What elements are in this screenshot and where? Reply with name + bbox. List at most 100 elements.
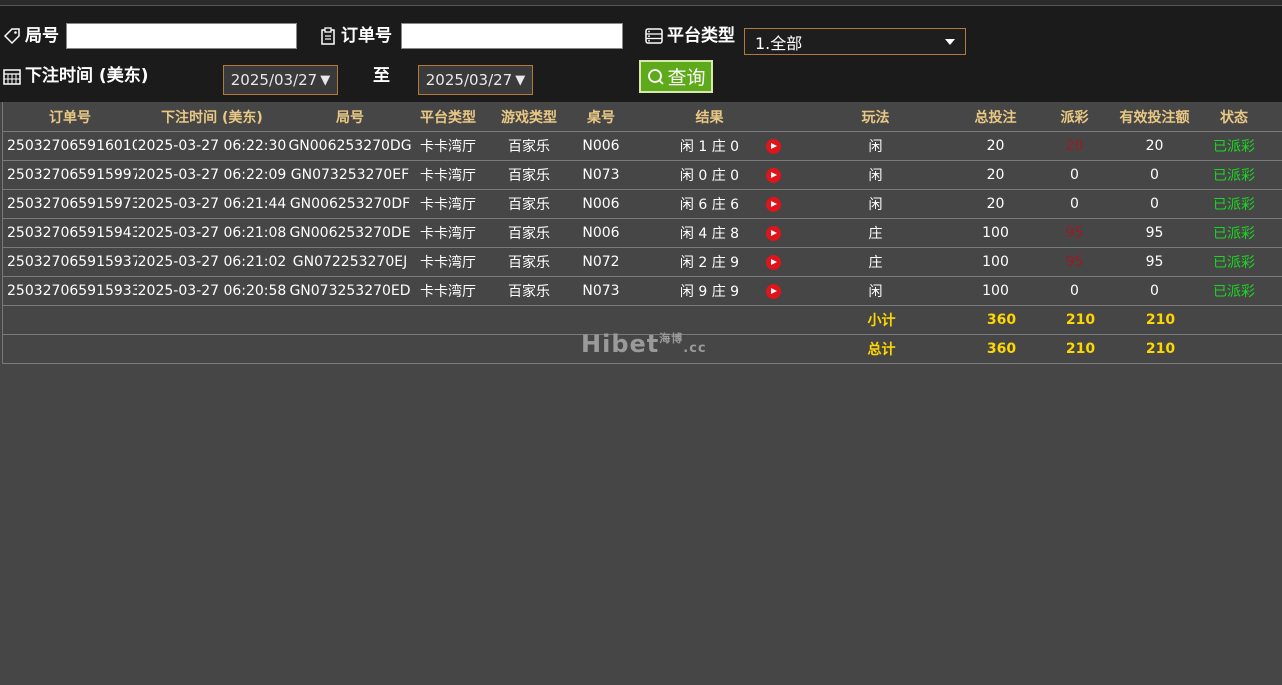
cell-order-no: 250327065915933 [7,283,137,299]
cell-game-type: 百家乐 [508,139,550,155]
cell-order-no: 250327065915937 [7,254,137,270]
col-platform: 平台类型 [420,109,476,126]
cell-bet-time: 2025-03-27 06:22:09 [137,167,287,183]
play-replay-icon[interactable] [766,197,781,212]
cell-total-bet: 100 [982,283,1009,299]
table-row: 250327065915973 2025-03-27 06:21:44 GN0062… [3,190,1282,219]
cell-play: 闲 [868,139,883,155]
col-order-no: 订单号 [49,109,91,126]
cell-game-no: GN006253270DG [288,138,412,154]
bet-records-table: 订单号 下注时间 (美东) 局号 平台类型 游戏类型 桌号 结果 玩法 总投注 … [2,102,1282,364]
subtotal-label: 小计 [867,313,896,329]
watermark-logo: Hibet海博.cc [581,330,707,358]
col-valid-bet: 有效投注额 [1119,109,1190,126]
cell-game-no: GN006253270DF [289,196,411,212]
cell-order-no: 250327065915997 [7,167,137,183]
cell-play: 庄 [868,255,883,271]
game-no-input[interactable] [66,23,297,49]
table-row: 250327065915933 2025-03-27 06:20:58 GN0732… [3,277,1282,306]
col-status: 状态 [1220,109,1248,126]
table-body: 250327065916010 2025-03-27 06:22:30 GN0062… [3,132,1282,306]
play-replay-icon[interactable] [766,226,781,241]
play-replay-icon[interactable] [766,255,781,270]
query-button[interactable]: 查询 [639,60,713,93]
cell-bet-time: 2025-03-27 06:21:02 [137,254,287,270]
cell-status: 已派彩 [1213,197,1255,213]
cell-order-no: 250327065916010 [7,138,137,154]
cell-play: 闲 [868,197,883,213]
cell-platform: 卡卡湾厅 [420,168,476,184]
cell-total-bet: 100 [982,254,1009,270]
cell-valid-bet: 0 [1150,167,1159,183]
col-total-bet: 总投注 [974,109,1017,126]
cell-status: 已派彩 [1213,226,1255,242]
cell-game-no: GN072253270EJ [292,254,408,270]
total-payout: 210 [1065,341,1096,357]
cell-bet-time: 2025-03-27 06:21:44 [137,196,287,212]
cell-bet-time: 2025-03-27 06:21:08 [137,225,287,241]
cell-payout: 0 [1070,283,1079,299]
cell-play: 闲 [868,168,883,184]
col-play: 玩法 [861,109,890,126]
cell-status: 已派彩 [1213,284,1255,300]
filter-panel: 局号 订单号 平台类型 1.全部 下注时间 (美东) 2025/03/27 ▼ … [0,0,1282,102]
cell-payout: 0 [1070,167,1079,183]
date-from-picker[interactable]: 2025/03/27 ▼ [223,65,338,95]
cell-order-no: 250327065915973 [7,196,137,212]
cell-status: 已派彩 [1213,168,1255,184]
subtotal-bet: 360 [986,312,1017,328]
cell-platform: 卡卡湾厅 [420,197,476,213]
subtotal-payout: 210 [1065,312,1096,328]
cell-total-bet: 20 [986,138,1005,154]
cell-table-no: N073 [582,283,620,299]
cell-payout: 95 [1065,225,1084,241]
cell-platform: 卡卡湾厅 [420,255,476,271]
cell-play: 庄 [868,226,883,242]
table-row: 250327065915943 2025-03-27 06:21:08 GN0062… [3,219,1282,248]
server-icon [645,28,663,44]
cell-platform: 卡卡湾厅 [420,284,476,300]
col-table-no: 桌号 [587,109,615,126]
table-row: 250327065915937 2025-03-27 06:21:02 GN0722… [3,248,1282,277]
cell-game-no: GN073253270ED [289,283,411,299]
cell-bet-time: 2025-03-27 06:22:30 [137,138,287,154]
total-label: 总计 [867,342,896,358]
col-result: 结果 [695,109,724,126]
platform-select[interactable]: 1.全部 [744,28,966,55]
table-row: 250327065916010 2025-03-27 06:22:30 GN0062… [3,132,1282,161]
platform-label: 平台类型 [644,25,735,47]
table-row: 250327065915997 2025-03-27 06:22:09 GN0732… [3,161,1282,190]
cell-order-no: 250327065915943 [7,225,137,241]
cell-valid-bet: 95 [1145,254,1164,270]
cell-status: 已派彩 [1213,139,1255,155]
play-replay-icon[interactable] [766,168,781,183]
calendar-icon [3,69,21,85]
game-no-label: 局号 [2,25,59,47]
col-game-type: 游戏类型 [501,109,557,126]
cell-payout: 95 [1065,254,1084,270]
cell-table-no: N006 [582,196,620,212]
cell-game-type: 百家乐 [508,226,550,242]
play-replay-icon[interactable] [766,284,781,299]
date-to-picker[interactable]: 2025/03/27 ▼ [418,65,533,95]
chevron-down-icon [945,39,955,45]
play-replay-icon[interactable] [766,139,781,154]
table-header-row: 订单号 下注时间 (美东) 局号 平台类型 游戏类型 桌号 结果 玩法 总投注 … [3,102,1282,132]
cell-total-bet: 20 [986,196,1005,212]
bet-time-label: 下注时间 (美东) [2,65,148,87]
cell-game-type: 百家乐 [508,197,550,213]
cell-valid-bet: 20 [1145,138,1164,154]
total-valid: 210 [1145,341,1176,357]
cell-platform: 卡卡湾厅 [420,139,476,155]
search-icon [648,68,665,85]
order-no-label: 订单号 [318,25,392,47]
cell-valid-bet: 0 [1150,196,1159,212]
cell-total-bet: 100 [982,225,1009,241]
order-no-input[interactable] [401,23,623,49]
tag-icon [3,28,20,45]
to-label: 至 [373,66,390,86]
total-bet: 360 [986,341,1017,357]
cell-platform: 卡卡湾厅 [420,226,476,242]
cell-valid-bet: 0 [1150,283,1159,299]
cell-game-no: GN073253270EF [290,167,410,183]
